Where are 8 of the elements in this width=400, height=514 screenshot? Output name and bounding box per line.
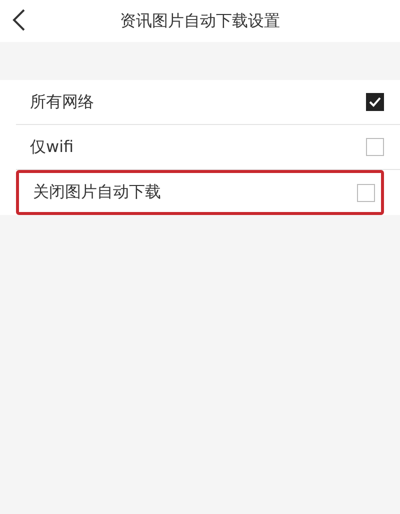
- checkbox[interactable]: [366, 138, 384, 156]
- checkbox[interactable]: [357, 184, 375, 202]
- page-title: 资讯图片自动下载设置: [120, 10, 280, 32]
- option-row[interactable]: 仅wifi: [16, 125, 400, 170]
- option-row[interactable]: 所有网络: [16, 80, 400, 125]
- checkbox[interactable]: [366, 93, 384, 111]
- back-icon[interactable]: [12, 8, 26, 32]
- highlighted-option-row[interactable]: 关闭图片自动下载: [16, 170, 384, 215]
